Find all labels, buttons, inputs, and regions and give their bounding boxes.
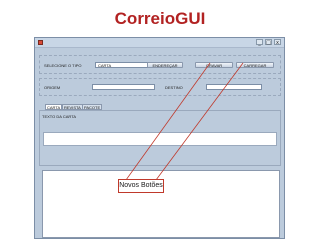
pointer-to-carregar	[155, 62, 244, 181]
callout-box: Novos Botões	[118, 179, 164, 193]
pointer-to-gravar	[125, 62, 211, 181]
callout-pointer-lines	[125, 62, 244, 181]
